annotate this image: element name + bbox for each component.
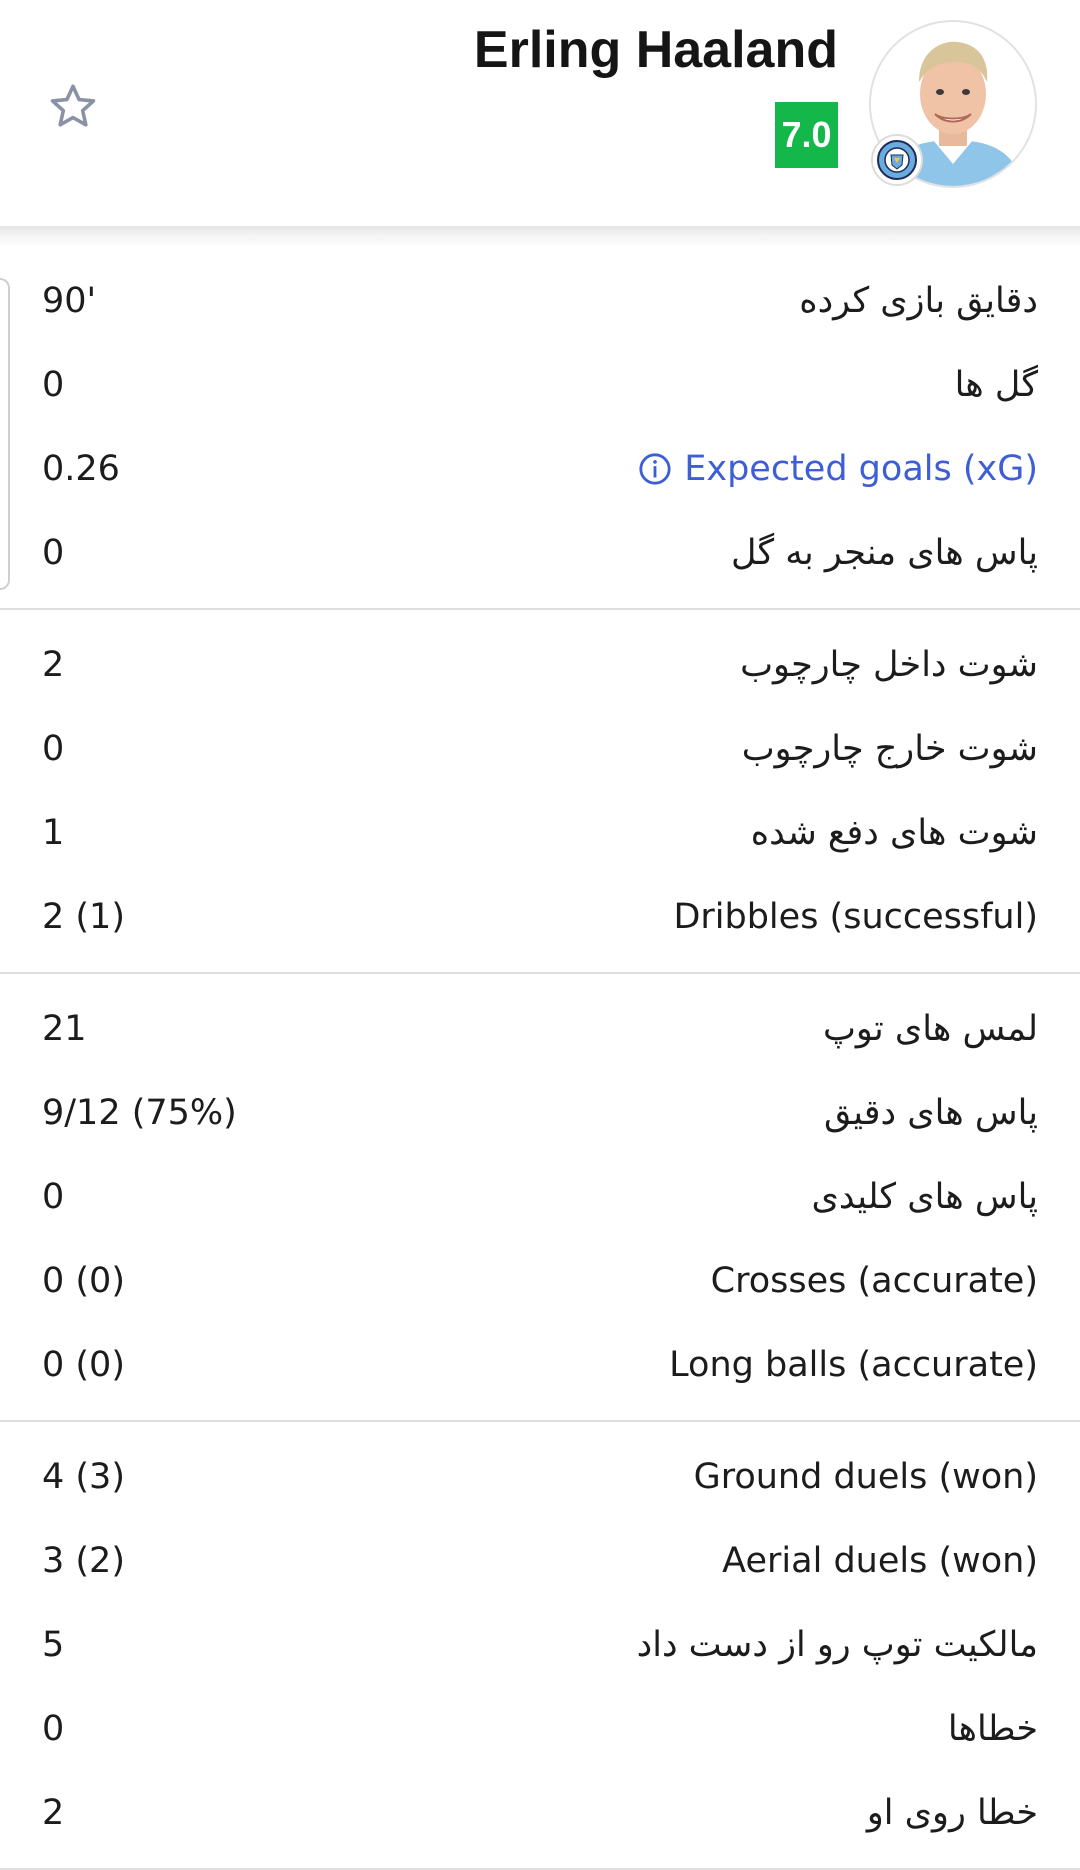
stats-list: 90' دقایق بازی کرده 0 گل ها 0.26 Expecte… <box>0 246 1080 1870</box>
stat-value: 3 (2) <box>42 1541 125 1581</box>
stat-group-passing: 21 لمس های توپ 9/12 (75%) پاس های دقیق 0… <box>0 974 1080 1422</box>
stat-value: 0.26 <box>42 449 120 489</box>
stat-label: Crosses (accurate) <box>710 1261 1038 1301</box>
stat-value: 0 <box>42 533 65 573</box>
stat-row-touches: 21 لمس های توپ <box>0 987 1080 1071</box>
stat-label: Aerial duels (won) <box>722 1541 1038 1581</box>
stat-row-ground-duels: 4 (3) Ground duels (won) <box>0 1435 1080 1519</box>
stat-label: لمس های توپ <box>822 1009 1038 1049</box>
stat-label: شوت های دفع شده <box>750 813 1038 853</box>
star-outline-icon <box>50 84 96 127</box>
stat-value: 2 <box>42 1793 65 1833</box>
stat-row-key-passes: 0 پاس های کلیدی <box>0 1155 1080 1239</box>
club-badge <box>871 134 923 186</box>
stat-value: 0 <box>42 1709 65 1749</box>
stat-value: 9/12 (75%) <box>42 1093 237 1133</box>
stat-label: شوت خارج چارچوب <box>741 729 1038 769</box>
stat-row-minutes: 90' دقایق بازی کرده <box>0 259 1080 343</box>
stat-value: 1 <box>42 813 65 853</box>
stat-label: پاس های دقیق <box>824 1093 1038 1133</box>
stat-row-was-fouled: 2 خطا روی او <box>0 1771 1080 1855</box>
stat-row-shots-blocked: 1 شوت های دفع شده <box>0 791 1080 875</box>
stat-label: مالکیت توپ رو از دست داد <box>636 1625 1038 1665</box>
stat-label: گل ها <box>954 365 1038 405</box>
stat-value: 0 <box>42 365 65 405</box>
player-avatar[interactable] <box>869 20 1037 188</box>
stat-value: 2 (1) <box>42 897 125 937</box>
stat-group-shooting: 2 شوت داخل چارچوب 0 شوت خارج چارچوب 1 شو… <box>0 610 1080 974</box>
stat-value: 5 <box>42 1625 65 1665</box>
stat-row-assists: 0 پاس های منجر به گل <box>0 511 1080 595</box>
stat-label-text: Expected goals (xG) <box>684 449 1038 489</box>
stat-row-fouls: 0 خطاها <box>0 1687 1080 1771</box>
stat-value: 90' <box>42 281 97 321</box>
stat-label: پاس های کلیدی <box>811 1177 1038 1217</box>
stat-label: دقایق بازی کرده <box>799 281 1038 321</box>
player-name: Erling Haaland <box>473 21 838 79</box>
stat-value: 0 <box>42 729 65 769</box>
stat-label: خطاها <box>947 1709 1038 1749</box>
stat-value: 0 (0) <box>42 1261 125 1301</box>
stat-row-shots-on-target: 2 شوت داخل چارچوب <box>0 623 1080 707</box>
manchester-city-badge <box>877 140 917 180</box>
stat-row-dribbles: 2 (1) Dribbles (successful) <box>0 875 1080 959</box>
stat-row-long-balls: 0 (0) Long balls (accurate) <box>0 1323 1080 1407</box>
stat-row-accurate-passes: 9/12 (75%) پاس های دقیق <box>0 1071 1080 1155</box>
stat-row-crosses: 0 (0) Crosses (accurate) <box>0 1239 1080 1323</box>
stat-label: Long balls (accurate) <box>669 1345 1038 1385</box>
stat-value: 21 <box>42 1009 87 1049</box>
stat-value: 0 <box>42 1177 65 1217</box>
player-header: Erling Haaland 7.0 <box>0 0 1080 230</box>
stat-row-goals: 0 گل ها <box>0 343 1080 427</box>
stat-label: خطا روی او <box>866 1793 1038 1833</box>
stat-label: Ground duels (won) <box>693 1457 1038 1497</box>
favorite-button[interactable] <box>42 76 104 138</box>
stat-label: Dribbles (successful) <box>673 897 1038 937</box>
stat-group-general: 90' دقایق بازی کرده 0 گل ها 0.26 Expecte… <box>0 246 1080 610</box>
stat-value: 0 (0) <box>42 1345 125 1385</box>
xg-info-link[interactable]: Expected goals (xG) <box>638 449 1038 489</box>
header-divider <box>0 226 1080 248</box>
stat-value: 2 <box>42 645 65 685</box>
stat-label: پاس های منجر به گل <box>730 533 1038 573</box>
stat-row-shots-off-target: 0 شوت خارج چارچوب <box>0 707 1080 791</box>
rating-badge: 7.0 <box>775 102 838 168</box>
stat-label: شوت داخل چارچوب <box>740 645 1038 685</box>
stat-value: 4 (3) <box>42 1457 125 1497</box>
info-icon <box>639 453 671 485</box>
stat-group-duels: 4 (3) Ground duels (won) 3 (2) Aerial du… <box>0 1422 1080 1870</box>
stat-row-xg: 0.26 Expected goals (xG) <box>0 427 1080 511</box>
stat-row-possession-lost: 5 مالکیت توپ رو از دست داد <box>0 1603 1080 1687</box>
stat-row-aerial-duels: 3 (2) Aerial duels (won) <box>0 1519 1080 1603</box>
